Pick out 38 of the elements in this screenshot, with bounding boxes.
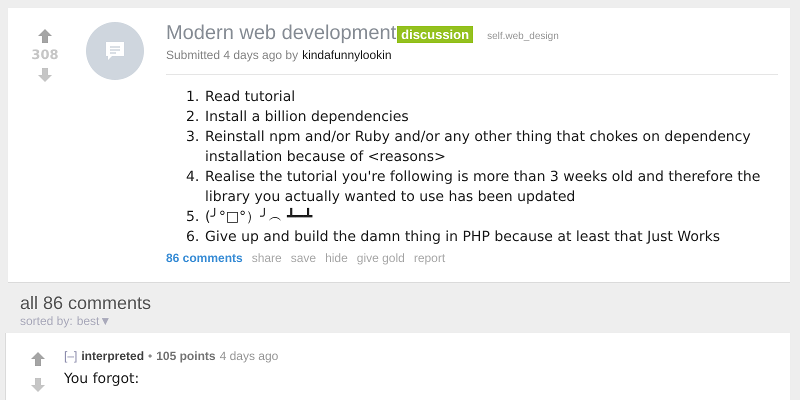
list-item-text: (╯°□°）╯︵ ┻━┻ <box>205 207 312 227</box>
text-post-icon <box>105 41 125 61</box>
submitted-text: Submitted 4 days ago by <box>166 48 298 62</box>
comments-link[interactable]: 86 comments <box>166 251 243 265</box>
list-item-text: Install a billion dependencies <box>205 108 409 127</box>
list-item-text: Give up and build the damn thing in PHP because at least that Just Works <box>205 228 720 247</box>
list-number: 4. <box>186 168 200 187</box>
post-action-link[interactable]: hide <box>325 251 348 265</box>
post-action-link[interactable]: report <box>414 251 446 265</box>
comments-heading: all 86 comments <box>20 293 152 314</box>
downvote-icon[interactable] <box>37 67 53 83</box>
sort-label: sorted by: <box>20 314 73 328</box>
comment-body: You forgot: <box>64 371 140 387</box>
list-item-text: Reinstall npm and/or Ruby and/or any other thing that chokes on dependency installation because of <reasons> <box>205 128 752 167</box>
list-number: 3. <box>186 128 200 147</box>
upvote-icon[interactable] <box>37 28 53 44</box>
downvote-icon[interactable] <box>30 377 46 393</box>
list-item-text: Realise the tutorial you're following is more than 3 weeks old and therefore the library you actually wanted to use has been updated <box>205 168 762 207</box>
post-title[interactable]: Modern web development <box>166 22 396 45</box>
score: 308 <box>31 48 59 63</box>
list-number: 5. <box>186 208 200 227</box>
post-action-link[interactable]: share <box>252 251 282 265</box>
flair-tag: discussion <box>397 26 474 43</box>
comment-time: 4 days ago <box>220 349 278 363</box>
list-item-text: Read tutorial <box>205 88 296 107</box>
author-link[interactable]: kindafunnylookin <box>302 48 392 62</box>
separator-dot: • <box>148 349 152 363</box>
upvote-icon[interactable] <box>30 351 46 367</box>
list-number: 1. <box>186 88 200 107</box>
list-number: 2. <box>186 108 200 127</box>
list-number: 6. <box>186 228 200 247</box>
post-action-link[interactable]: give gold <box>356 251 405 265</box>
post-action-link[interactable]: save <box>290 251 316 265</box>
sort-dropdown[interactable]: best▼ <box>76 314 112 328</box>
comment-points: 105 points <box>156 349 216 363</box>
collapse-toggle[interactable]: [–] <box>64 349 78 363</box>
domain-link[interactable]: self.web_design <box>487 31 559 42</box>
comment-author[interactable]: interpreted <box>81 349 144 363</box>
